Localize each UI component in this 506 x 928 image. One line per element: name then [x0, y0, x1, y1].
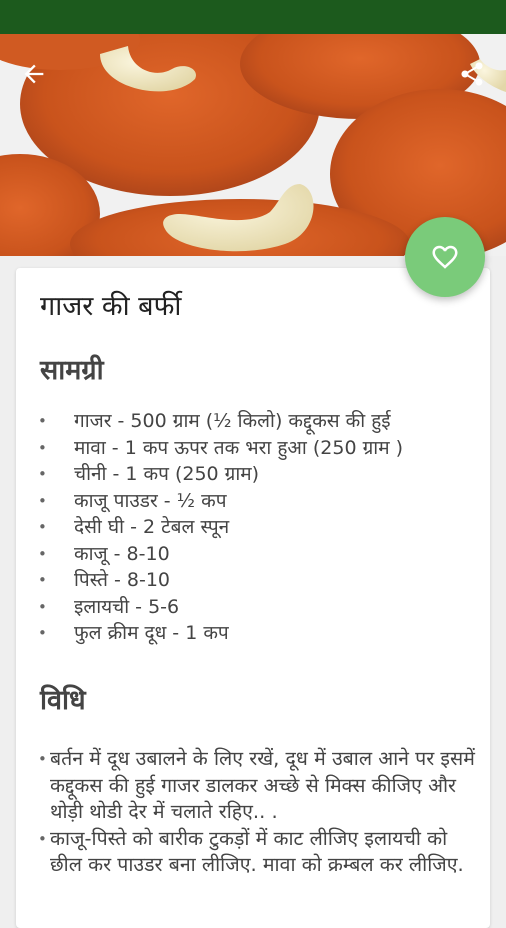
list-item: काजू-पिस्ते को बारीक टुकड़ों में काट लीज… [38, 826, 484, 879]
arrow-back-icon [24, 64, 44, 84]
list-item: बर्तन में दूध उबालने के लिए रखें, दूध मे… [38, 746, 484, 826]
status-bar [0, 0, 506, 34]
list-item: इलायची - 5-6 [38, 594, 478, 621]
list-item: चीनी - 1 कप (250 ग्राम) [38, 461, 478, 488]
back-button[interactable] [12, 52, 56, 96]
share-button[interactable] [450, 52, 494, 96]
recipe-card: गाजर की बर्फी सामग्री गाजर - 500 ग्राम (… [16, 268, 490, 928]
list-item: गाजर - 500 ग्राम (½ किलो) कद्दूकस की हुई [38, 408, 478, 435]
list-item: काजू पाउडर - ½ कप [38, 488, 478, 515]
heart-outline-icon [432, 245, 458, 269]
share-icon [461, 62, 483, 86]
recipe-title: गाजर की बर्फी [40, 291, 182, 322]
list-item: फुल क्रीम दूध - 1 कप [38, 620, 478, 647]
ingredients-list: गाजर - 500 ग्राम (½ किलो) कद्दूकस की हुई… [38, 408, 478, 647]
method-steps: बर्तन में दूध उबालने के लिए रखें, दूध मे… [38, 746, 484, 879]
list-item: मावा - 1 कप ऊपर तक भरा हुआ (250 ग्राम ) [38, 435, 478, 462]
list-item: देसी घी - 2 टेबल स्पून [38, 514, 478, 541]
favorite-button[interactable] [405, 217, 485, 297]
ingredients-heading: सामग्री [40, 355, 104, 386]
list-item: काजू - 8-10 [38, 541, 478, 568]
list-item: पिस्ते - 8-10 [38, 567, 478, 594]
method-heading: विधि [40, 685, 86, 716]
